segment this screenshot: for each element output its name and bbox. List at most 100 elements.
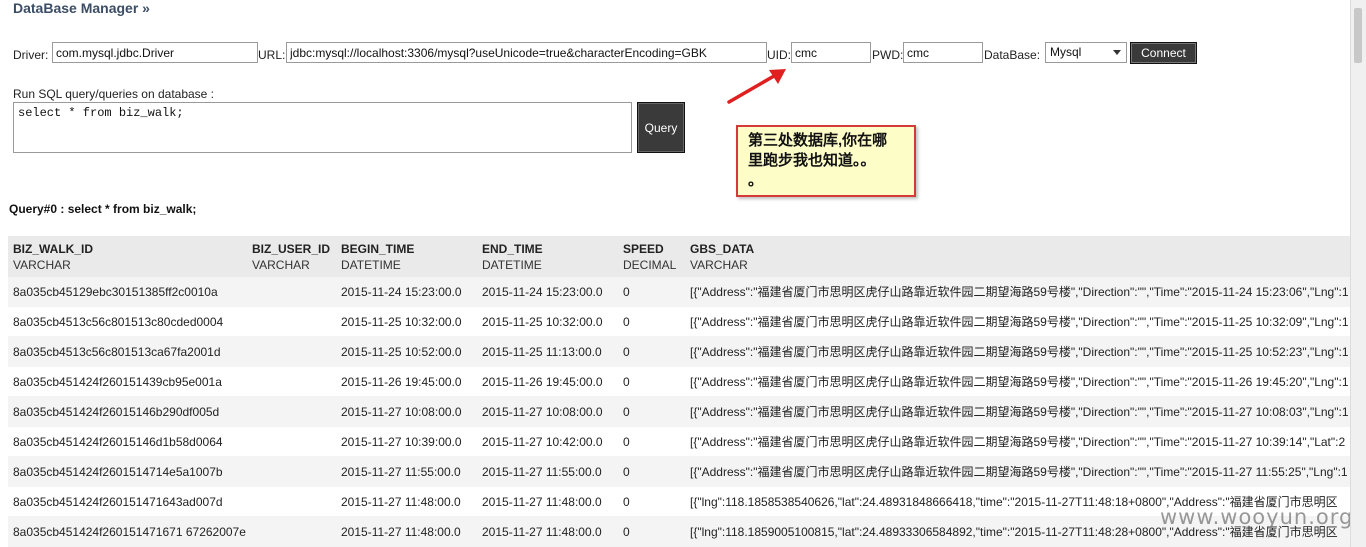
table-cell [247, 516, 336, 547]
table-cell: [{"Address":"福建省厦门市思明区虎仔山路靠近软件园二期望海路59号楼… [685, 456, 1351, 487]
annotation-note: 第三处数据库,你在哪 里跑步我也知道。。 。 [736, 125, 916, 197]
table-cell: [{"Address":"福建省厦门市思明区虎仔山路靠近软件园二期望海路59号楼… [685, 336, 1351, 367]
column-name: SPEED [623, 242, 664, 256]
column-type: VARCHAR [13, 258, 71, 272]
table-cell: 2015-11-27 10:39:00.0 [336, 426, 477, 457]
table-cell [247, 486, 336, 517]
table-row: 8a035cb451424f2601514714e5a1007b 2015-11-… [8, 456, 1351, 487]
table-cell: 0 [618, 396, 685, 427]
driver-input[interactable] [52, 42, 258, 63]
table-cell: 2015-11-25 10:52:00.0 [336, 336, 477, 367]
vertical-scrollbar[interactable] [1350, 0, 1366, 547]
sql-prompt-label: Run SQL query/queries on database : [13, 87, 215, 101]
column-header: BIZ_WALK_ID VARCHAR [8, 236, 247, 277]
column-name: GBS_DATA [690, 242, 755, 256]
column-name: END_TIME [482, 242, 543, 256]
table-row: 8a035cb45129ebc30151385ff2c0010a 2015-11-… [8, 277, 1351, 307]
connect-button[interactable]: Connect [1130, 42, 1197, 64]
table-cell: [{"Address":"福建省厦门市思明区虎仔山路靠近软件园二期望海路59号楼… [685, 366, 1351, 397]
column-name: BEGIN_TIME [341, 242, 415, 256]
table-row: 8a035cb451424f260151471671 67262007e 2015… [8, 516, 1351, 547]
uid-label: UID: [767, 48, 791, 62]
watermark: www.wooyun.org [1160, 505, 1354, 529]
table-cell: [{"Address":"福建省厦门市思明区虎仔山路靠近软件园二期望海路59号楼… [685, 426, 1351, 457]
annotation-line-1: 第三处数据库,你在哪 [748, 132, 888, 149]
table-cell: 0 [618, 456, 685, 487]
pwd-input[interactable] [903, 42, 983, 63]
table-cell: 8a035cb4513c56c801513c80cded0004 [8, 306, 247, 337]
table-cell: 2015-11-27 11:55:00.0 [477, 456, 618, 487]
sql-query-textarea[interactable]: select * from biz_walk; [13, 102, 632, 153]
table-cell: 2015-11-27 10:08:00.0 [336, 396, 477, 427]
column-header: SPEED DECIMAL [618, 236, 685, 277]
table-cell: 2015-11-27 11:48:00.0 [336, 516, 477, 547]
table-cell: [{"Address":"福建省厦门市思明区虎仔山路靠近软件园二期望海路59号楼… [685, 396, 1351, 427]
table-row: 8a035cb451424f260151471643ad007d 2015-11-… [8, 486, 1351, 517]
driver-label: Driver: [13, 48, 49, 62]
table-cell: 8a035cb451424f260151471643ad007d [8, 486, 247, 517]
table-cell: 2015-11-26 19:45:00.0 [477, 366, 618, 397]
table-cell: 2015-11-27 11:55:00.0 [336, 456, 477, 487]
table-cell: 0 [618, 277, 685, 307]
table-cell: 8a035cb451424f260151471671 67262007e [8, 516, 247, 547]
table-row: 8a035cb451424f26015146d1b58d0064 2015-11-… [8, 426, 1351, 457]
result-table-body: 8a035cb45129ebc30151385ff2c0010a 2015-11-… [8, 277, 1351, 547]
table-row: 8a035cb4513c56c801513ca67fa2001d 2015-11-… [8, 336, 1351, 367]
url-label: URL: [258, 48, 286, 62]
table-cell: 0 [618, 516, 685, 547]
table-row: 8a035cb451424f26015146b290df005d 2015-11-… [8, 396, 1351, 427]
table-cell: 2015-11-27 11:48:00.0 [477, 516, 618, 547]
table-cell: 0 [618, 306, 685, 337]
uid-input[interactable] [791, 42, 871, 63]
table-cell: 8a035cb451424f2601514714e5a1007b [8, 456, 247, 487]
table-row: 8a035cb451424f260151439cb95e001a 2015-11-… [8, 366, 1351, 397]
table-cell: 2015-11-25 11:13:00.0 [477, 336, 618, 367]
table-cell: 0 [618, 426, 685, 457]
table-cell [247, 277, 336, 307]
column-type: VARCHAR [690, 258, 748, 272]
table-cell [247, 366, 336, 397]
pwd-label: PWD: [872, 48, 904, 62]
database-label: DataBase: [984, 48, 1041, 62]
column-name: BIZ_USER_ID [252, 242, 331, 256]
column-type: DECIMAL [623, 258, 677, 272]
column-header: GBS_DATA VARCHAR [685, 236, 1351, 277]
column-type: DATETIME [482, 258, 542, 272]
result-table: BIZ_WALK_ID VARCHAR BIZ_USER_ID VARCHAR BE… [8, 236, 1351, 547]
column-name: BIZ_WALK_ID [13, 242, 94, 256]
table-cell [247, 456, 336, 487]
database-select-value: Mysql [1050, 45, 1082, 59]
table-cell: 8a035cb4513c56c801513ca67fa2001d [8, 336, 247, 367]
table-cell [247, 396, 336, 427]
table-cell: 8a035cb451424f26015146b290df005d [8, 396, 247, 427]
table-cell: 8a035cb451424f260151439cb95e001a [8, 366, 247, 397]
table-cell [247, 426, 336, 457]
table-cell: [{"Address":"福建省厦门市思明区虎仔山路靠近软件园二期望海路59号楼… [685, 306, 1351, 337]
annotation-line-3: 。 [748, 172, 764, 189]
table-cell: 2015-11-27 11:48:00.0 [336, 486, 477, 517]
table-cell: 2015-11-27 10:08:00.0 [477, 396, 618, 427]
scrollbar-thumb[interactable] [1354, 8, 1362, 63]
table-cell: [{"Address":"福建省厦门市思明区虎仔山路靠近软件园二期望海路59号楼… [685, 277, 1351, 307]
query-result-title: Query#0 : select * from biz_walk; [9, 202, 197, 216]
table-cell: 2015-11-24 15:23:00.0 [336, 277, 477, 307]
table-cell: 2015-11-25 10:32:00.0 [477, 306, 618, 337]
column-header: END_TIME DATETIME [477, 236, 618, 277]
database-select[interactable]: Mysql [1045, 42, 1127, 63]
page-title: DataBase Manager » [13, 0, 150, 16]
table-cell: 2015-11-27 11:48:00.0 [477, 486, 618, 517]
red-arrow-icon [727, 69, 786, 104]
table-cell: 0 [618, 366, 685, 397]
annotation-line-2: 里跑步我也知道。。 [748, 152, 876, 169]
column-type: VARCHAR [252, 258, 310, 272]
column-header: BEGIN_TIME DATETIME [336, 236, 477, 277]
table-header-row: BIZ_WALK_ID VARCHAR BIZ_USER_ID VARCHAR BE… [8, 236, 1351, 277]
table-cell: 2015-11-25 10:32:00.0 [336, 306, 477, 337]
chevron-down-icon [1113, 50, 1121, 55]
column-header: BIZ_USER_ID VARCHAR [247, 236, 336, 277]
table-cell: 0 [618, 336, 685, 367]
url-input[interactable] [286, 42, 767, 63]
column-type: DATETIME [341, 258, 401, 272]
query-button[interactable]: Query [637, 102, 685, 153]
table-cell: 8a035cb451424f26015146d1b58d0064 [8, 426, 247, 457]
